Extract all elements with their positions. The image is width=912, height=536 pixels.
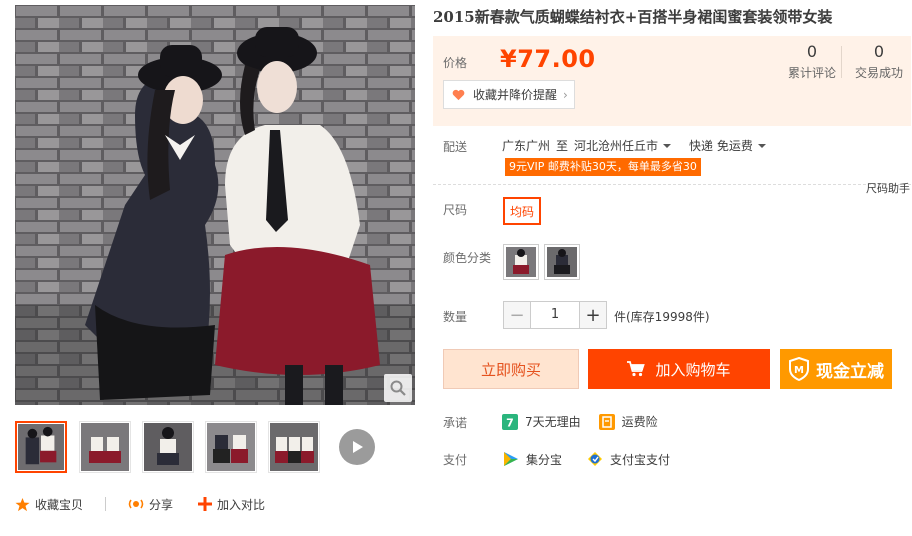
shipping-origin: 广东广州 [502, 139, 551, 153]
favorite-price-alert-button[interactable]: 收藏并降价提醒 › [443, 80, 575, 109]
quantity-input[interactable]: 1 [531, 301, 579, 329]
plus-icon [198, 497, 213, 511]
product-title: 2015新春款气质蝴蝶结衬衣+百搭半身裙闺蜜套装领带女装 [433, 8, 833, 26]
buy-now-label: 立即购买 [480, 360, 541, 379]
jifenbao-label: 集分宝 [526, 452, 563, 467]
divider [433, 184, 911, 185]
alipay-icon [588, 452, 603, 466]
promise-services: 7 7天无理由 运费险 [502, 413, 676, 430]
sales-stat: 0 交易成功 [851, 42, 907, 81]
payment-jifenbao[interactable]: 集分宝 [502, 450, 562, 468]
star-icon [15, 497, 30, 511]
thumbnail-1[interactable] [15, 421, 67, 473]
shipping-method-select[interactable]: 快递 免运费 [689, 137, 766, 154]
service-insurance-label: 运费险 [621, 415, 658, 429]
quantity-stepper: − 1 + [503, 301, 607, 329]
color-label: 颜色分类 [443, 251, 492, 265]
zoom-button[interactable] [384, 374, 412, 402]
caret-down-icon [757, 143, 766, 148]
thumbnail-strip [15, 421, 415, 473]
seven-day-icon: 7 [502, 413, 518, 430]
divider [841, 46, 842, 78]
reviews-stat[interactable]: 0 累计评论 [785, 42, 839, 81]
add-to-cart-button[interactable]: 加入购物车 [588, 349, 770, 389]
service-7day-label: 7天无理由 [525, 415, 581, 429]
reviews-label: 累计评论 [787, 66, 836, 80]
sales-label: 交易成功 [854, 66, 903, 80]
promise-label: 承诺 [443, 416, 468, 430]
service-7day-return[interactable]: 7 7天无理由 [502, 413, 581, 430]
chevron-right-icon: › [563, 87, 568, 102]
favorite-item-button[interactable]: 收藏宝贝 [15, 496, 83, 513]
favorite-price-alert-label: 收藏并降价提醒 [473, 88, 558, 102]
shipping-method: 快递 免运费 [689, 139, 753, 153]
heart-icon [452, 89, 465, 100]
thumbnail-4[interactable] [205, 421, 257, 473]
cash-discount-button[interactable]: M 现金立减 [780, 349, 892, 389]
price-value: ¥77.00 [500, 45, 596, 73]
magnifier-icon [390, 380, 406, 396]
play-video-button[interactable] [339, 429, 375, 465]
vip-shipping-badge[interactable]: 9元VIP 邮费补贴30天，每单最多省30 [505, 158, 701, 176]
quantity-increase-button[interactable]: + [579, 301, 607, 329]
add-compare-label: 加入对比 [217, 497, 266, 512]
social-actions: 收藏宝贝 分享 加入对比 [15, 495, 265, 513]
shield-m-icon: M [789, 357, 809, 381]
size-option-onesize[interactable]: 均码 [503, 197, 541, 225]
cart-icon [627, 361, 646, 377]
shipping-destination: 河北沧州任丘市 [574, 139, 659, 153]
reviews-count: 0 [806, 42, 818, 61]
svg-text:M: M [794, 365, 804, 376]
divider [105, 497, 107, 511]
favorite-item-label: 收藏宝贝 [35, 497, 84, 512]
size-label: 尺码 [443, 203, 468, 217]
caret-down-icon [663, 143, 672, 148]
quantity-decrease-button[interactable]: − [503, 301, 531, 329]
shipping-label: 配送 [443, 140, 468, 154]
shipping-info: 广东广州 至 河北沧州任丘市 快递 免运费 [502, 137, 766, 154]
price-panel: 价格 ¥77.00 收藏并降价提醒 › 0 累计评论 0 交易成功 [433, 36, 911, 126]
payment-methods: 集分宝 支付宝支付 [502, 450, 694, 468]
add-compare-button[interactable]: 加入对比 [198, 496, 265, 513]
color-option-2[interactable] [544, 244, 580, 280]
shipping-to: 至 [556, 139, 569, 153]
size-helper-link[interactable]: 尺码助手 [866, 180, 910, 196]
service-shipping-insurance[interactable]: 运费险 [598, 413, 658, 430]
stock-info: 件(库存19998件) [614, 310, 710, 324]
payment-label: 支付 [443, 453, 468, 467]
sales-count: 0 [873, 42, 885, 61]
insurance-icon [598, 413, 615, 430]
thumbnail-3[interactable] [142, 421, 194, 473]
play-icon [353, 441, 363, 453]
thumbnail-2[interactable] [79, 421, 131, 473]
quantity-label: 数量 [443, 310, 468, 324]
buy-now-button[interactable]: 立即购买 [443, 349, 579, 389]
thumbnail-5[interactable] [268, 421, 320, 473]
payment-alipay[interactable]: 支付宝支付 [586, 450, 670, 468]
main-product-image[interactable] [15, 5, 415, 405]
svg-text:7: 7 [506, 416, 514, 429]
cash-discount-label: 现金立减 [816, 361, 884, 382]
alipay-label: 支付宝支付 [610, 452, 671, 467]
price-label: 价格 [443, 56, 468, 70]
color-option-1[interactable] [503, 244, 539, 280]
jifenbao-icon [504, 452, 518, 466]
share-icon [128, 499, 144, 509]
shipping-destination-select[interactable]: 河北沧州任丘市 [574, 137, 672, 154]
share-label: 分享 [149, 497, 174, 512]
share-button[interactable]: 分享 [128, 496, 173, 513]
add-to-cart-label: 加入购物车 [655, 360, 731, 379]
